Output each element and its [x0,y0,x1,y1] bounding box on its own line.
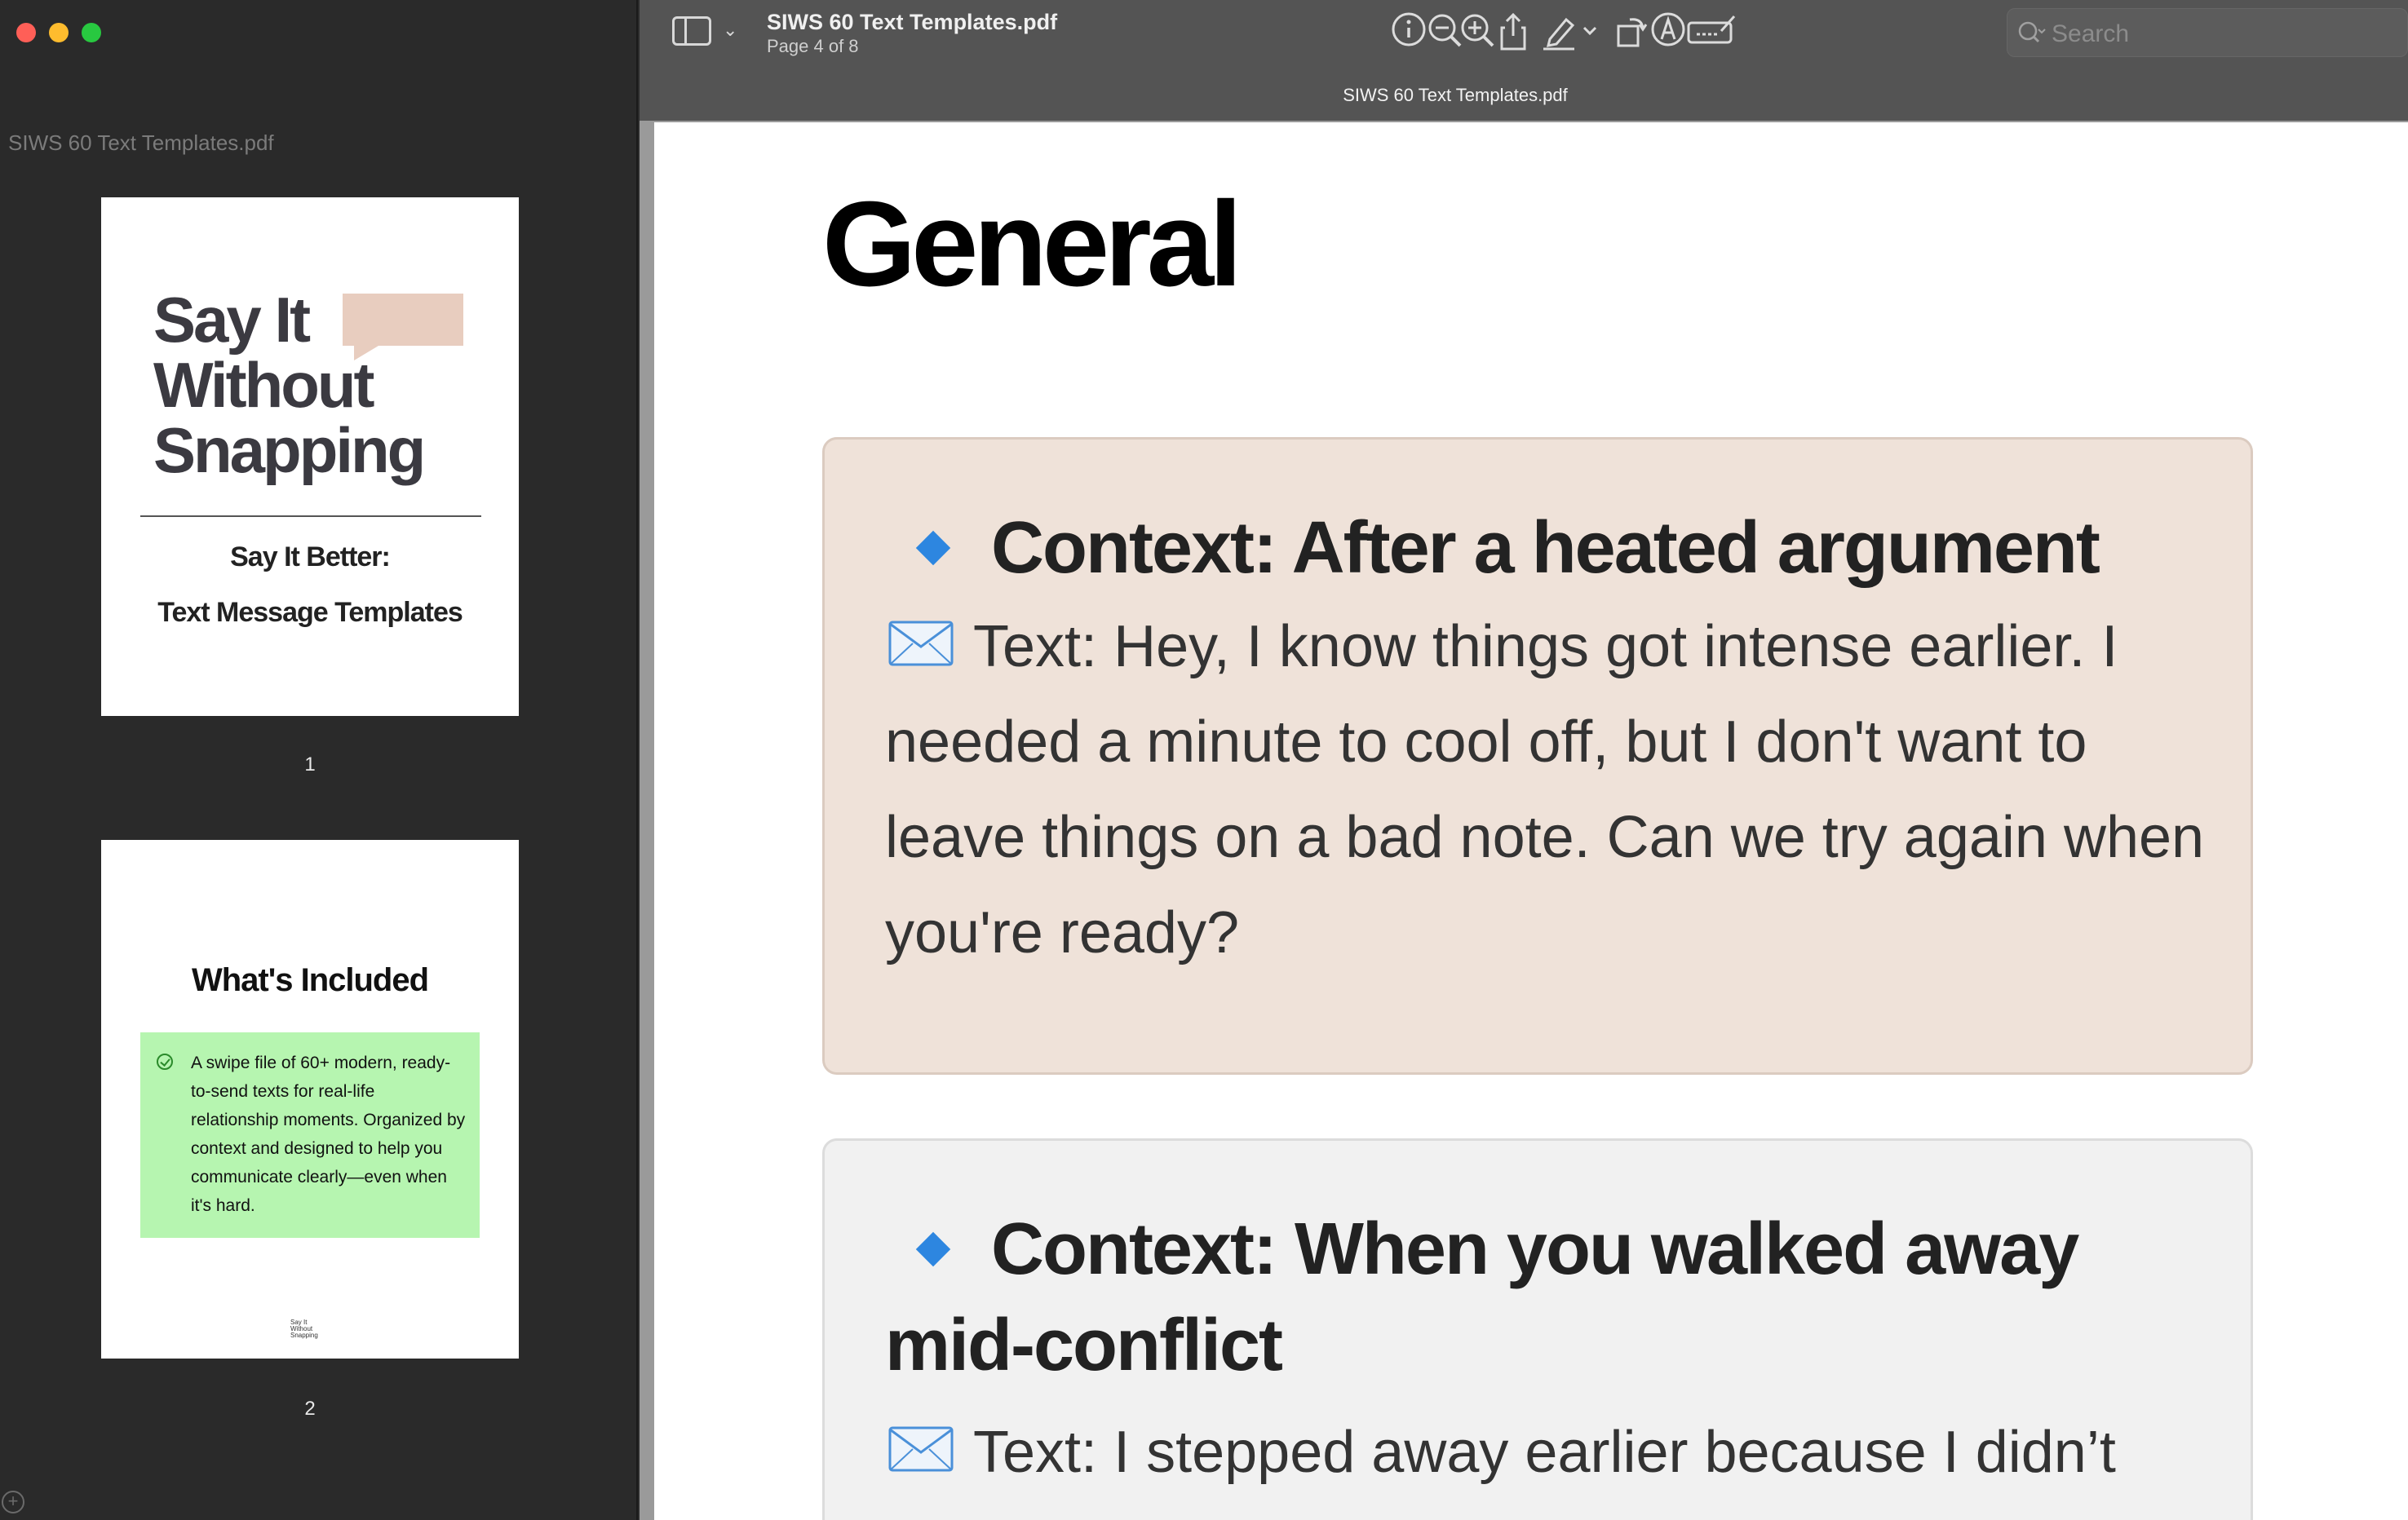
close-window-button[interactable] [16,23,36,42]
cover-title-line: Say It [153,284,311,356]
markup-icon[interactable] [1648,11,1689,52]
included-text: A swipe file of 60+ modern, ready-to-sen… [191,1054,466,1215]
thumbnail-heading: What's Included [191,962,429,998]
sign-icon[interactable] [1685,11,1737,52]
cover-title: Say It Without Snapping [153,284,426,486]
document-tab-title: SIWS 60 Text Templates.pdf [1343,85,1568,105]
page-thumbnail-2[interactable]: What's Included A swipe file of 60+ mode… [101,840,519,1359]
page-thumbnail-1[interactable]: Say It Without Snapping Say It Better: T… [101,197,519,716]
logo-line: Snapping [290,1332,318,1339]
divider [140,515,481,517]
info-icon[interactable] [1388,11,1429,52]
card-heading: Context: When you walked away mid-confli… [885,1208,2079,1386]
share-icon[interactable] [1493,11,1534,52]
chevron-down-icon[interactable]: ⌄ [723,20,737,41]
zoom-in-icon[interactable] [1457,11,1498,52]
cover-subtitle: Say It Better: [230,541,391,572]
toolbar: ⌄ SIWS 60 Text Templates.pdf Page 4 of 8… [640,0,2408,121]
message-text: I stepped away earlier because I didn’t [1113,1420,2116,1485]
page-heading: General [822,177,1242,312]
pdf-page: General Context: After a heated argument… [654,122,2408,1520]
thumbnail-page-number: 1 [304,753,316,775]
text-prefix: Text: [973,614,1098,679]
document-title: SIWS 60 Text Templates.pdf [767,10,1058,34]
template-card: Context: After a heated argument Text: H… [822,437,2253,1075]
thumbnail-page-number: 2 [304,1398,316,1420]
cover-title-line: Without [153,349,375,421]
card-message: Text: I stepped away earlier because I d… [885,1405,2207,1500]
maximize-window-button[interactable] [82,23,101,42]
included-callout: A swipe file of 60+ modern, ready-to-sen… [140,1032,480,1238]
chevron-down-icon[interactable] [1578,11,1602,52]
sidebar-file-title: SIWS 60 Text Templates.pdf [8,130,274,155]
card-heading: Context: After a heated argument [991,507,2100,589]
highlight-icon[interactable] [1538,11,1579,52]
template-card: Context: When you walked away mid-confli… [822,1138,2253,1520]
page-indicator: Page 4 of 8 [767,36,859,56]
sidebar-toggle-icon[interactable] [672,16,711,46]
search-input[interactable] [2050,17,2396,51]
text-prefix: Text: [973,1420,1098,1485]
check-circle-icon [157,1054,173,1070]
search-field[interactable] [2007,8,2408,57]
rotate-icon[interactable] [1612,11,1653,52]
minimize-window-button[interactable] [49,23,69,42]
card-message: Text: Hey, I know things got intense ear… [885,599,2207,981]
thumbnail-sidebar: SIWS 60 Text Templates.pdf Say It Withou… [0,0,638,1520]
cover-subtitle: Text Message Templates [157,597,463,628]
add-icon[interactable]: + [2,1491,24,1513]
cover-title-line: Snapping [153,414,426,486]
small-logo: Say It Without Snapping [290,1319,330,1345]
document-view[interactable]: General Context: After a heated argument… [640,121,2408,1520]
search-icon [2018,21,2046,43]
